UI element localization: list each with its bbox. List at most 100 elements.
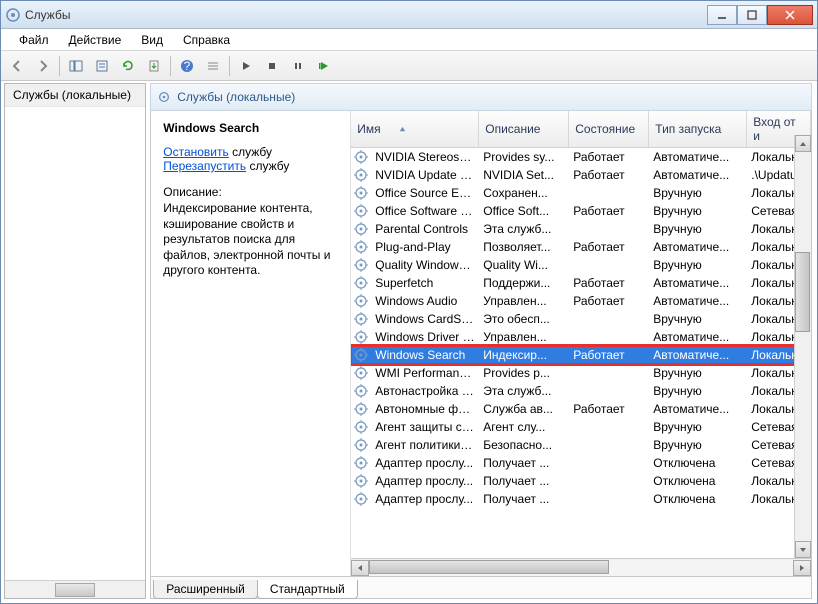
tab-standard[interactable]: Стандартный: [257, 580, 358, 599]
cell-description: Управлен...: [479, 330, 569, 344]
cell-description: Управлен...: [479, 294, 569, 308]
show-hide-tree-button[interactable]: [64, 54, 88, 78]
stop-service-button[interactable]: [260, 54, 284, 78]
cell-state: Работает: [569, 150, 649, 164]
cell-startup: Автоматиче...: [649, 294, 747, 308]
services-list: Имя Описание Состояние Тип запуска Вход …: [351, 111, 811, 576]
vscroll-thumb[interactable]: [795, 252, 810, 332]
cell-state: Работает: [569, 240, 649, 254]
close-button[interactable]: [767, 5, 813, 25]
description-label: Описание:: [163, 185, 340, 199]
cell-description: Получает ...: [479, 492, 569, 506]
start-service-button[interactable]: [234, 54, 258, 78]
restart-service-button[interactable]: [312, 54, 336, 78]
toolbar-separator: [229, 56, 230, 76]
cell-startup: Вручную: [649, 204, 747, 218]
cell-description: Позволяет...: [479, 240, 569, 254]
cell-startup: Вручную: [649, 186, 747, 200]
service-icon: [353, 293, 369, 309]
cell-startup: Вручную: [649, 384, 747, 398]
service-row[interactable]: Автономные фай...Служба ав...РаботаетАвт…: [351, 400, 811, 418]
service-icon: [353, 329, 369, 345]
refresh-button[interactable]: [116, 54, 140, 78]
cell-description: Эта служб...: [479, 384, 569, 398]
service-row[interactable]: Windows Driver F...Управлен...Автоматиче…: [351, 328, 811, 346]
cell-startup: Отключена: [649, 492, 747, 506]
restart-suffix: службу: [246, 159, 289, 173]
cell-name: Windows Audio: [371, 294, 479, 308]
service-info-panel: Windows Search Остановить службу Перезап…: [151, 111, 351, 576]
service-row[interactable]: Office Software Pr...Office Soft...Работ…: [351, 202, 811, 220]
service-row[interactable]: NVIDIA Stereosco...Provides sy...Работае…: [351, 148, 811, 166]
cell-name: Office Source Eng...: [371, 186, 479, 200]
toolbar-separator: [59, 56, 60, 76]
service-row[interactable]: Windows SearchИндексир...РаботаетАвтомат…: [351, 346, 811, 364]
service-row[interactable]: Windows CardSpa...Это обесп...ВручнуюЛок…: [351, 310, 811, 328]
menu-view[interactable]: Вид: [131, 31, 173, 49]
cell-name: NVIDIA Update Se...: [371, 168, 479, 182]
menu-file[interactable]: Файл: [9, 31, 59, 49]
pause-service-button[interactable]: [286, 54, 310, 78]
cell-description: Агент слу...: [479, 420, 569, 434]
service-row[interactable]: Автонастройка W...Эта служб...ВручнуюЛок…: [351, 382, 811, 400]
tree-node-services-local[interactable]: Службы (локальные): [5, 84, 145, 107]
list-button[interactable]: [201, 54, 225, 78]
scroll-down-button[interactable]: [795, 541, 811, 558]
titlebar: Службы: [1, 1, 817, 29]
cell-startup: Отключена: [649, 474, 747, 488]
tab-extended[interactable]: Расширенный: [153, 580, 258, 599]
service-row[interactable]: Windows AudioУправлен...РаботаетАвтомати…: [351, 292, 811, 310]
properties-button[interactable]: [90, 54, 114, 78]
services-app-icon: [5, 7, 21, 23]
cell-description: Индексир...: [479, 348, 569, 362]
export-button[interactable]: [142, 54, 166, 78]
service-row[interactable]: Агент политики I...Безопасно...ВручнуюСе…: [351, 436, 811, 454]
cell-description: Безопасно...: [479, 438, 569, 452]
scroll-left-button[interactable]: [351, 560, 369, 576]
cell-name: Адаптер прослу...: [371, 492, 479, 506]
service-row[interactable]: Адаптер прослу...Получает ...ОтключенаЛо…: [351, 490, 811, 508]
service-row[interactable]: Parental ControlsЭта служб...ВручнуюЛока…: [351, 220, 811, 238]
cell-name: Автономные фай...: [371, 402, 479, 416]
service-icon: [353, 419, 369, 435]
service-row[interactable]: Plug-and-PlayПозволяет...РаботаетАвтомат…: [351, 238, 811, 256]
svg-text:?: ?: [184, 59, 191, 73]
help-button[interactable]: ?: [175, 54, 199, 78]
scroll-up-button[interactable]: [795, 135, 811, 152]
nav-forward-button[interactable]: [31, 54, 55, 78]
cell-description: Office Soft...: [479, 204, 569, 218]
scrollbar-thumb[interactable]: [55, 583, 95, 597]
service-icon: [353, 221, 369, 237]
col-header-state[interactable]: Состояние: [569, 111, 649, 147]
cell-name: Quality Windows ...: [371, 258, 479, 272]
service-row[interactable]: SuperfetchПоддержи...РаботаетАвтоматиче.…: [351, 274, 811, 292]
cell-description: Получает ...: [479, 456, 569, 470]
list-hscrollbar[interactable]: [351, 558, 811, 576]
scroll-right-button[interactable]: [793, 560, 811, 576]
cell-state: Работает: [569, 294, 649, 308]
service-row[interactable]: Quality Windows ...Quality Wi...ВручнуюЛ…: [351, 256, 811, 274]
service-row[interactable]: Адаптер прослу...Получает ...ОтключенаСе…: [351, 454, 811, 472]
col-header-name[interactable]: Имя: [351, 111, 479, 147]
list-vscrollbar[interactable]: [794, 135, 811, 558]
service-row[interactable]: WMI Performance...Provides p...ВручнуюЛо…: [351, 364, 811, 382]
maximize-button[interactable]: [737, 5, 767, 25]
cell-startup: Вручную: [649, 366, 747, 380]
menu-help[interactable]: Справка: [173, 31, 240, 49]
service-icon: [353, 455, 369, 471]
hscroll-thumb[interactable]: [369, 560, 609, 574]
service-row[interactable]: Office Source Eng...Сохранен...ВручнуюЛо…: [351, 184, 811, 202]
service-row[interactable]: NVIDIA Update Se...NVIDIA Set...Работает…: [351, 166, 811, 184]
restart-service-link[interactable]: Перезапустить: [163, 159, 246, 173]
cell-startup: Автоматиче...: [649, 168, 747, 182]
col-header-startup-type[interactable]: Тип запуска: [649, 111, 747, 147]
service-row[interactable]: Адаптер прослу...Получает ...ОтключенаЛо…: [351, 472, 811, 490]
stop-service-link[interactable]: Остановить: [163, 145, 229, 159]
minimize-button[interactable]: [707, 5, 737, 25]
cell-startup: Вручную: [649, 258, 747, 272]
nav-back-button[interactable]: [5, 54, 29, 78]
service-row[interactable]: Агент защиты сет...Агент слу...ВручнуюСе…: [351, 418, 811, 436]
col-header-description[interactable]: Описание: [479, 111, 569, 147]
left-scrollbar[interactable]: [5, 580, 145, 598]
menu-action[interactable]: Действие: [59, 31, 132, 49]
